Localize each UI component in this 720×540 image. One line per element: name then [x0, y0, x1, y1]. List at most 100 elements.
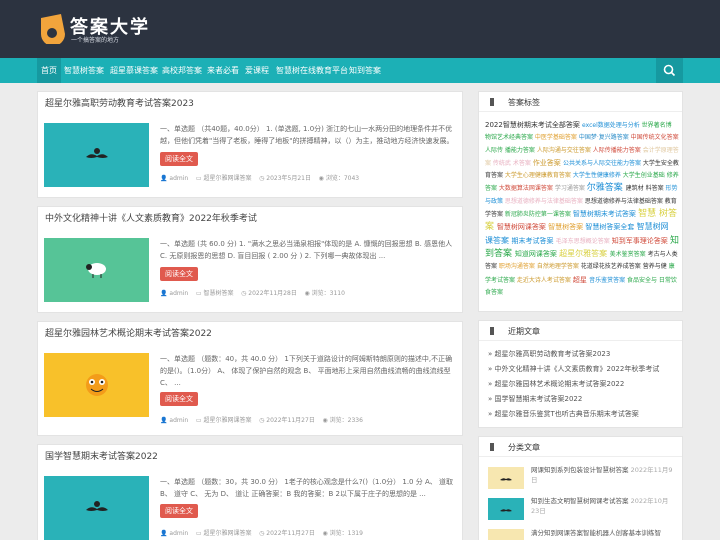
tag-link[interactable]: 料答案: [646, 185, 666, 192]
tag-link[interactable]: 世界著名博: [642, 122, 672, 129]
tag-link[interactable]: 超星尔雅答案: [559, 249, 610, 258]
post-author[interactable]: admin: [169, 175, 188, 182]
tag-link[interactable]: 人际沟通与交往答案: [537, 147, 593, 154]
category-post-link[interactable]: 网课知到系列包装设计智慧树答案 2022年11月9日: [531, 465, 676, 485]
tag-link[interactable]: 传统武: [493, 160, 513, 167]
post-category[interactable]: 超星尔雅网课答案: [203, 530, 251, 537]
nav-gaoxiaobang[interactable]: 高校邦答案: [162, 58, 202, 83]
tag-link[interactable]: 音乐鉴赏答案: [589, 277, 627, 284]
tag-link[interactable]: 大学生性健康修养: [573, 172, 623, 179]
read-more-button[interactable]: 阅读全文: [160, 152, 198, 166]
tag-link[interactable]: 花道绿花技艺养成答案: [581, 263, 643, 270]
read-more-button[interactable]: 阅读全文: [160, 392, 198, 406]
tag-link[interactable]: 大学生安全教: [643, 160, 679, 167]
nav-chaoxing[interactable]: 超星慕课答案: [110, 58, 158, 83]
post-thumbnail[interactable]: [44, 476, 149, 540]
nav-aikecheng[interactable]: 爱课程: [245, 58, 269, 83]
tag-link[interactable]: 学习通答案: [555, 185, 587, 192]
post-title[interactable]: 超星尔雅园林艺术概论期末考试答案2022: [45, 326, 212, 339]
nav-zhihuishu[interactable]: 智慧树答案: [64, 58, 104, 83]
tag-link[interactable]: 美术鉴赏答案: [610, 251, 648, 258]
logo-icon[interactable]: [37, 12, 67, 44]
post-views: 浏览：1319: [329, 530, 363, 537]
tag-link[interactable]: 答案: [485, 263, 499, 270]
post-thumbnail[interactable]: [488, 529, 524, 540]
tag-link[interactable]: 到答案: [485, 249, 515, 259]
tag-link[interactable]: 人际传播能力答案: [593, 147, 643, 154]
tag-link[interactable]: 思想道德修养与法律基础答案: [505, 198, 585, 205]
search-button[interactable]: [656, 58, 683, 83]
post-card: 国学智慧期末考试答案2022 一、单选题 （题数：30，共 30.0 分） 1老…: [37, 444, 463, 540]
tag-link[interactable]: 智慧树网: [637, 222, 669, 231]
tag-link[interactable]: 走近大诗人考试答案: [517, 277, 573, 284]
tag-link[interactable]: 智慧树期末考试答案: [573, 210, 638, 218]
post-author[interactable]: admin: [169, 530, 188, 537]
post-thumbnail[interactable]: [44, 238, 149, 302]
eye-icon: ◉: [318, 175, 324, 182]
post-thumbnail[interactable]: [44, 353, 149, 417]
mustache-icon: [500, 509, 512, 512]
post-title[interactable]: 超星尔雅高职劳动教育考试答案2023: [45, 96, 194, 109]
tag-link[interactable]: 毛泽东思想概论答案: [556, 238, 612, 245]
recent-post-link[interactable]: » 超星尔雅园林艺术概论期末考试答案2022: [488, 379, 624, 389]
category-post-link[interactable]: 满分知到网课答案智能机器人创客基本训练智: [531, 528, 676, 538]
tag-link[interactable]: 期末考试答案: [512, 237, 556, 245]
tag-link[interactable]: 考古与人类: [648, 251, 678, 258]
tag-link[interactable]: 课答案: [485, 236, 512, 245]
tag-link[interactable]: 大数据算法网课答案: [499, 185, 555, 192]
tag-link[interactable]: 中国梦·复兴路答案: [579, 134, 631, 141]
tag-link[interactable]: 2022智慧树期末考试全部答案: [485, 121, 582, 129]
post-thumbnail[interactable]: [44, 123, 149, 187]
nav-home[interactable]: 首页: [37, 58, 61, 83]
post-title[interactable]: 中外文化精神十讲《人文素质教育》2022年秋季考试: [45, 211, 257, 224]
cartoon-face-icon: [86, 374, 108, 396]
post-title[interactable]: 国学智慧期末考试答案2022: [45, 449, 158, 462]
tag-link[interactable]: 智慧树答案全套: [585, 223, 636, 231]
widget-title: 近期文章: [508, 327, 540, 336]
tag-link[interactable]: 自然地理学答案: [537, 263, 581, 270]
tag-link[interactable]: 新冠肺炎防控第一课答案: [505, 211, 573, 218]
tag-link[interactable]: 思想道德修养与法律基础答案: [585, 198, 665, 205]
tag-link[interactable]: 大学生心理健康教育答案: [505, 172, 573, 179]
tag-link[interactable]: 播能力答案: [505, 147, 537, 154]
tag-link[interactable]: 育答案: [485, 172, 505, 179]
tag-link[interactable]: 职场沟通答案: [499, 263, 537, 270]
tag-link[interactable]: 物馆艺术经典答案: [485, 134, 535, 141]
tag-link[interactable]: 建筑材: [626, 185, 646, 192]
post-author[interactable]: admin: [169, 417, 188, 424]
tag-link[interactable]: 智慧: [638, 209, 659, 219]
recent-post-link[interactable]: » 超星尔雅音乐鉴赏T也听古典音乐期末考试答案: [488, 409, 639, 419]
tag-link[interactable]: 超星: [573, 276, 589, 284]
post-author[interactable]: admin: [169, 290, 188, 297]
recent-post-link[interactable]: » 超星尔雅高职劳动教育考试答案2023: [488, 349, 610, 359]
nav-zhidao[interactable]: 知到答案: [349, 58, 381, 83]
tag-link[interactable]: 知道网课答案: [515, 250, 559, 258]
tag-link[interactable]: 大学生创业基础: [623, 172, 667, 179]
read-more-button[interactable]: 阅读全文: [160, 267, 198, 281]
nav-must-see[interactable]: 来者必看: [207, 58, 239, 83]
tag-link[interactable]: 中国传统文化答案: [631, 134, 679, 141]
tag-link[interactable]: 食品安全与: [627, 277, 659, 284]
tag-link[interactable]: 人际传: [485, 147, 505, 154]
tag-link[interactable]: 智慧树答案: [548, 223, 585, 231]
recent-post-link[interactable]: » 国学智慧期末考试答案2022: [488, 394, 582, 404]
tag-link[interactable]: excel数据处理与分析: [582, 122, 642, 129]
nav-zhihuishu-platform[interactable]: 智慧树在线教育平台: [276, 58, 348, 83]
tag-link[interactable]: 尔雅答案: [587, 183, 626, 193]
tag-link[interactable]: 知: [670, 236, 679, 246]
tag-link[interactable]: 作业答案: [533, 159, 563, 167]
read-more-button[interactable]: 阅读全文: [160, 504, 198, 518]
post-thumbnail[interactable]: [488, 498, 524, 520]
post-thumbnail[interactable]: [488, 467, 524, 489]
post-category[interactable]: 智慧树答案: [203, 290, 233, 297]
category-post-link[interactable]: 知到生态文明智慧树网课考试答案 2022年10月23日: [531, 496, 676, 516]
tag-link[interactable]: 知到军事理论答案: [612, 237, 670, 245]
post-category[interactable]: 超星尔雅网课答案: [203, 417, 251, 424]
recent-post-link[interactable]: » 中外文化精神十讲《人文素质教育》2022年秋季考试: [488, 364, 659, 374]
tag-link[interactable]: 智慧树网课答案: [497, 223, 548, 231]
tag-link[interactable]: 中医学基础答案: [535, 134, 579, 141]
tag-link[interactable]: 公共关系与人际交往能力答案: [563, 160, 643, 167]
tag-link[interactable]: 术答案: [513, 160, 533, 167]
tag-link[interactable]: 营养与健: [643, 263, 669, 270]
post-category[interactable]: 超星尔雅网课答案: [203, 175, 251, 182]
